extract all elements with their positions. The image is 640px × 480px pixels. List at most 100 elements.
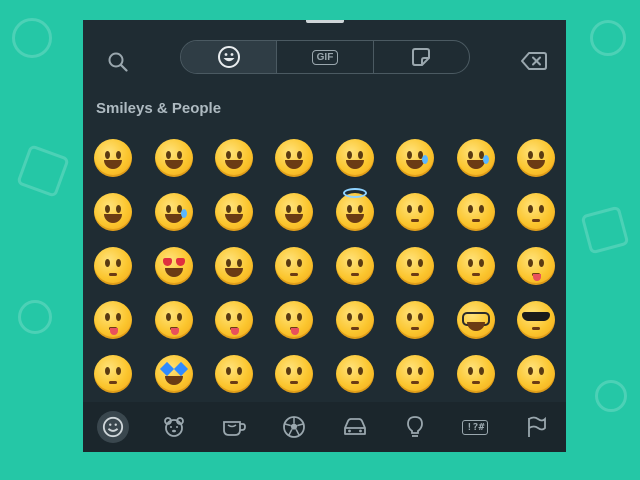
emoji-smirk[interactable] <box>264 347 324 401</box>
tab-sticker[interactable] <box>372 41 469 73</box>
smiling-hearts-icon <box>214 247 253 285</box>
sweat-smile-icon <box>456 139 495 177</box>
emoji-disguised[interactable] <box>83 347 143 401</box>
kissing-icon <box>335 247 374 285</box>
emoji-yum[interactable] <box>506 239 566 293</box>
emoji-upside-down[interactable] <box>445 185 505 239</box>
emoji-pensive[interactable] <box>445 347 505 401</box>
emoji-winking-tongue[interactable] <box>204 293 264 347</box>
emoji-kissing[interactable] <box>325 239 385 293</box>
emoji-wink[interactable] <box>506 185 566 239</box>
category-tab-objects[interactable] <box>385 402 445 452</box>
emoji-halo[interactable] <box>325 185 385 239</box>
monocle-icon <box>396 301 435 339</box>
wink-icon <box>516 193 555 231</box>
category-tab-food[interactable] <box>204 402 264 452</box>
emoji-picker-panel: GIF Smileys & People !?# <box>83 20 566 452</box>
emoji-smiling-tear[interactable] <box>143 185 203 239</box>
emoji-partying[interactable] <box>204 347 264 401</box>
emoji-kissing-closed-eyes[interactable] <box>445 239 505 293</box>
emoji-zany[interactable] <box>264 293 324 347</box>
emoji-monocle[interactable] <box>385 293 445 347</box>
search-button[interactable] <box>103 47 133 77</box>
car-icon <box>343 418 366 435</box>
holding-back-tears-icon <box>396 139 435 177</box>
tab-gif[interactable]: GIF <box>276 41 372 73</box>
emoji-grinning-squint[interactable] <box>264 131 324 185</box>
smiley-icon <box>217 46 240 68</box>
emoji-sunglasses[interactable] <box>506 293 566 347</box>
cup-icon <box>223 421 246 436</box>
category-tab-animals[interactable] <box>143 402 203 452</box>
emoji-nerd[interactable] <box>445 293 505 347</box>
emoji-star-struck[interactable] <box>143 347 203 401</box>
kissing-closed-eyes-icon <box>456 247 495 285</box>
emoji-grid <box>83 131 566 401</box>
emoji-worried[interactable] <box>506 347 566 401</box>
emoji-kissing-smiling-eyes[interactable] <box>385 239 445 293</box>
emoji-rolling-laughing[interactable] <box>83 185 143 239</box>
emoji-relieved[interactable] <box>83 239 143 293</box>
category-tab-symbols[interactable]: !?# <box>445 402 505 452</box>
nerd-icon <box>456 301 495 339</box>
category-tab-smileys[interactable] <box>83 402 143 452</box>
emoji-slight-smile[interactable] <box>385 185 445 239</box>
bear-icon <box>163 417 184 437</box>
yum-icon <box>516 247 555 285</box>
picker-mode-tabs: GIF <box>180 40 470 74</box>
background-doodle <box>16 144 70 198</box>
emoji-grinning-big-eyes[interactable] <box>143 131 203 185</box>
grinning-squint-icon <box>275 139 314 177</box>
star-struck-icon <box>154 355 193 393</box>
background-doodle <box>12 18 52 58</box>
emoji-raised-eyebrow[interactable] <box>325 293 385 347</box>
relieved-icon <box>94 247 133 285</box>
emoji-smiling-blush[interactable] <box>204 185 264 239</box>
kissing-heart-icon <box>275 247 314 285</box>
kissing-smiling-eyes-icon <box>396 247 435 285</box>
category-tab-flags[interactable] <box>506 402 566 452</box>
emoji-tongue-out[interactable] <box>83 293 143 347</box>
emoji-heart-eyes[interactable] <box>143 239 203 293</box>
emoji-disappointed[interactable] <box>385 347 445 401</box>
pensive-icon <box>456 355 495 393</box>
sticker-icon <box>412 48 431 66</box>
disguised-icon <box>94 355 133 393</box>
tongue-out-icon <box>94 301 133 339</box>
category-tab-travel[interactable] <box>325 402 385 452</box>
smiley-icon <box>103 416 124 438</box>
emoji-tears-of-joy[interactable] <box>506 131 566 185</box>
emoji-kissing-heart[interactable] <box>264 239 324 293</box>
unamused-icon <box>335 355 374 393</box>
flag-icon <box>527 416 546 437</box>
emoji-squinting-tongue[interactable] <box>143 293 203 347</box>
squinting-tongue-icon <box>154 301 193 339</box>
emoji-beaming[interactable] <box>204 131 264 185</box>
raised-eyebrow-icon <box>335 301 374 339</box>
background-doodle <box>580 205 630 255</box>
emoji-holding-back-tears[interactable] <box>385 131 445 185</box>
symbols-icon: !?# <box>462 419 489 435</box>
tears-of-joy-icon <box>516 139 555 177</box>
smiling-tear-icon <box>154 193 193 231</box>
emoji-smiling-hearts[interactable] <box>204 239 264 293</box>
tab-emoji[interactable] <box>181 41 277 73</box>
emoji-sweat-smile[interactable] <box>445 131 505 185</box>
lightbulb-icon <box>407 416 423 437</box>
background-doodle <box>590 20 626 56</box>
emoji-laughing[interactable] <box>325 131 385 185</box>
grinning-big-eyes-icon <box>154 139 193 177</box>
gif-icon: GIF <box>311 49 339 65</box>
emoji-grinning[interactable] <box>83 131 143 185</box>
background-doodle <box>595 380 627 412</box>
sunglasses-icon <box>516 301 555 339</box>
smirk-icon <box>275 355 314 393</box>
rolling-laughing-icon <box>94 193 133 231</box>
backspace-button[interactable] <box>517 44 551 78</box>
emoji-blush[interactable] <box>264 185 324 239</box>
disappointed-icon <box>396 355 435 393</box>
halo-icon <box>335 188 374 231</box>
smiling-blush-icon <box>214 193 253 231</box>
emoji-unamused[interactable] <box>325 347 385 401</box>
category-tab-activities[interactable] <box>264 402 324 452</box>
